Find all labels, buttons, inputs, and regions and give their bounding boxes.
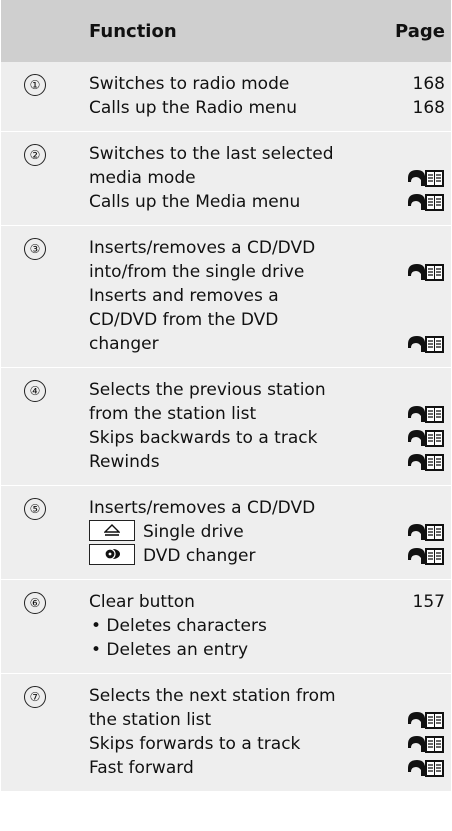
book-reference-icon xyxy=(407,452,445,472)
table-row: ③ Inserts/removes a CD/DVD into/from the… xyxy=(1,225,451,368)
book-reference-icon xyxy=(407,710,445,730)
book-reference-icon xyxy=(407,428,445,448)
eject-icon xyxy=(89,519,135,541)
table-row: ② Switches to the last selected media mo… xyxy=(1,131,451,226)
function-text: from the station list xyxy=(89,404,257,424)
function-text: Clear button xyxy=(89,592,195,612)
book-reference-icon xyxy=(407,262,445,282)
header-num xyxy=(1,0,69,62)
function-text: Inserts and removes a xyxy=(89,286,279,306)
book-reference-icon xyxy=(407,734,445,754)
item-number: ③ xyxy=(24,238,46,260)
function-text: Switches to radio mode xyxy=(89,74,290,94)
function-text: Rewinds xyxy=(89,452,160,472)
function-text: Skips forwards to a track xyxy=(89,734,301,754)
page-number: 168 xyxy=(412,98,445,118)
function-text: Single drive xyxy=(143,522,244,542)
function-text: changer xyxy=(89,334,159,354)
function-text: Calls up the Radio menu xyxy=(89,98,298,118)
table-row: ⑤ Inserts/removes a CD/DVD Single drive … xyxy=(1,485,451,580)
book-reference-icon xyxy=(407,168,445,188)
function-text: DVD changer xyxy=(143,546,256,566)
function-text: CD/DVD from the DVD xyxy=(89,310,279,330)
item-number: ⑦ xyxy=(24,686,46,708)
table-header: Function Page xyxy=(1,0,451,62)
book-reference-icon xyxy=(407,546,445,566)
item-number: ⑥ xyxy=(24,592,46,614)
function-text: into/from the single drive xyxy=(89,262,305,282)
table-row: ① Switches to radio mode Calls up the Ra… xyxy=(1,62,451,132)
dvd-changer-icon xyxy=(89,543,135,565)
book-reference-icon xyxy=(407,192,445,212)
function-text: Inserts/removes a CD/DVD xyxy=(89,238,316,258)
item-number: ② xyxy=(24,144,46,166)
function-text: Inserts/removes a CD/DVD xyxy=(89,498,316,518)
function-text: Switches to the last selected xyxy=(89,144,334,164)
book-reference-icon xyxy=(407,404,445,424)
function-text: Fast forward xyxy=(89,758,194,778)
function-table: Function Page ① Switches to radio mode C… xyxy=(1,0,451,791)
book-reference-icon xyxy=(407,758,445,778)
table-row: ⑥ Clear button • Deletes characters • De… xyxy=(1,579,451,674)
function-text: the station list xyxy=(89,710,212,730)
bullet-item: • Deletes characters xyxy=(91,616,267,636)
item-number: ④ xyxy=(24,380,46,402)
function-text: Skips backwards to a track xyxy=(89,428,318,448)
function-text: Selects the next station from xyxy=(89,686,336,706)
page-number: 168 xyxy=(412,74,445,94)
item-number: ⑤ xyxy=(24,498,46,520)
function-text: media mode xyxy=(89,168,196,188)
book-reference-icon xyxy=(407,334,445,354)
header-function: Function xyxy=(89,20,177,42)
function-text: Selects the previous station xyxy=(89,380,326,400)
page-number: 157 xyxy=(412,592,445,612)
function-text: Calls up the Media menu xyxy=(89,192,301,212)
item-number: ① xyxy=(24,74,46,96)
table-row: ④ Selects the previous station from the … xyxy=(1,367,451,486)
header-page: Page xyxy=(395,20,445,42)
book-reference-icon xyxy=(407,522,445,542)
bullet-item: • Deletes an entry xyxy=(91,640,249,660)
table-row: ⑦ Selects the next station from the stat… xyxy=(1,673,451,791)
